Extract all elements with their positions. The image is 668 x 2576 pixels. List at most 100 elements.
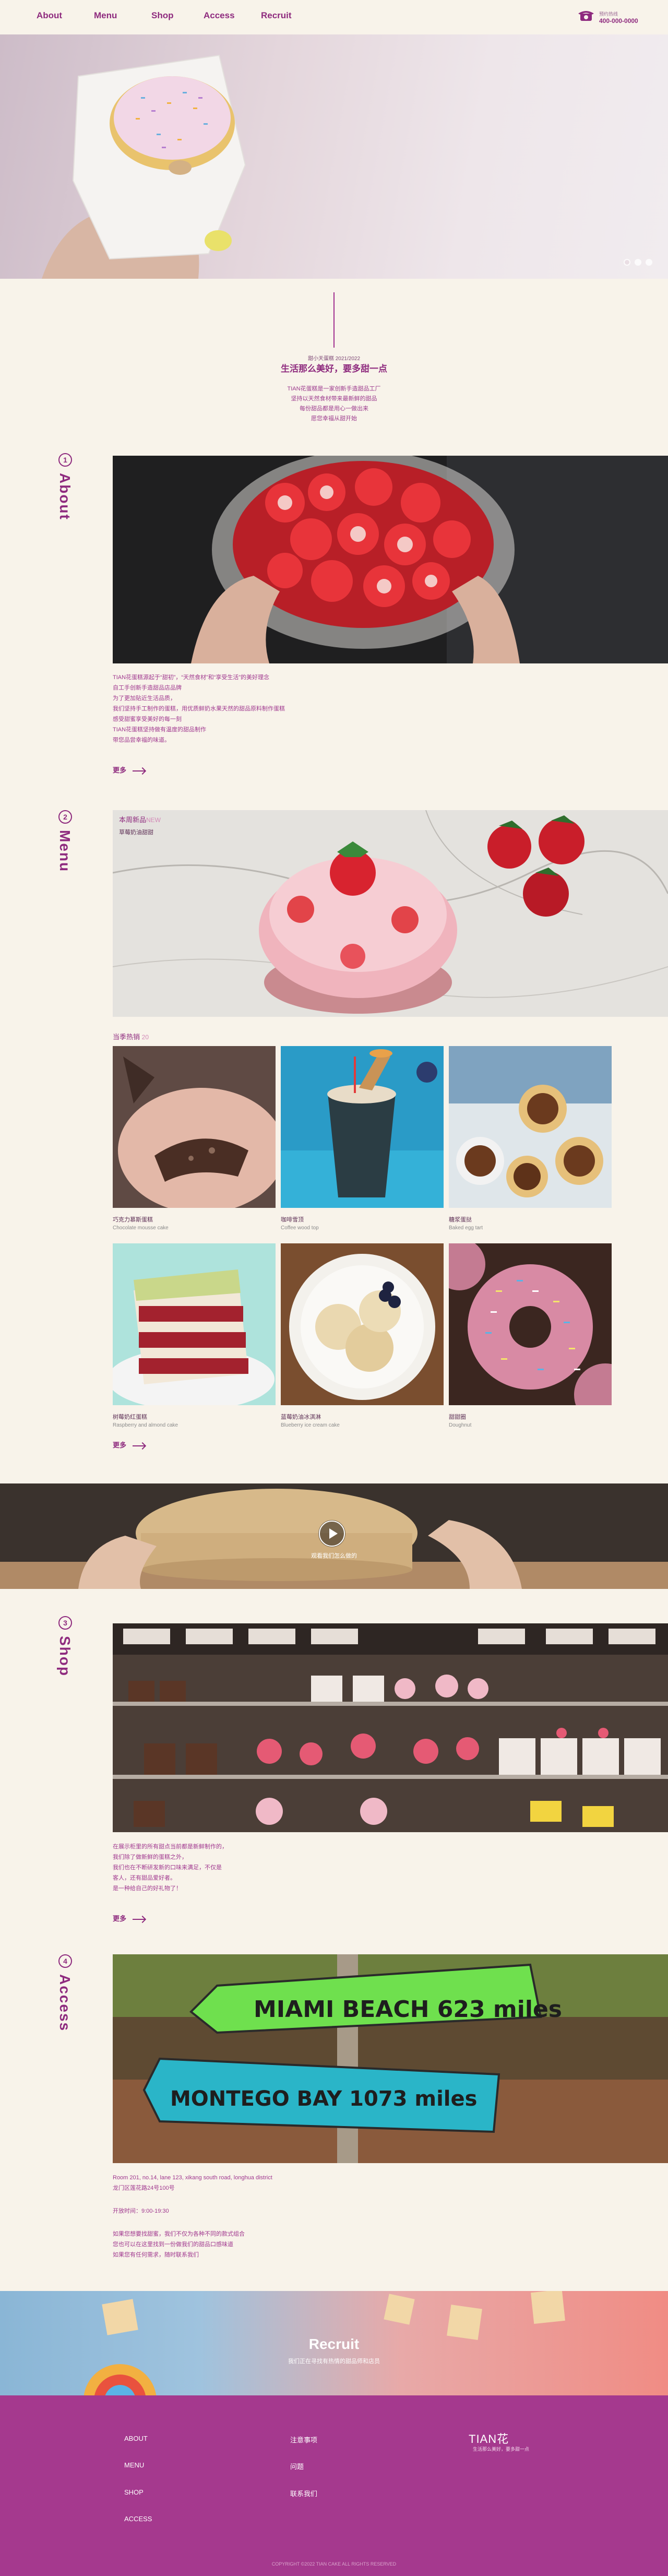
hero-donut-image: [42, 54, 246, 279]
intro-line: 愿您幸福从甜开始: [311, 416, 357, 422]
about-more-link[interactable]: 更多: [113, 765, 146, 775]
about-line: 我们坚持手工制作的蛋糕，用优质鲜奶水果天然的甜品原料制作蛋糕: [113, 706, 285, 712]
intro-line: 坚持以天然食材带来最新鲜的甜品: [291, 396, 377, 402]
menu-feature-image: [113, 810, 668, 1017]
menu-feature-label: 本周新品NEW: [119, 814, 161, 824]
shop-more-link[interactable]: 更多: [113, 1913, 146, 1923]
svg-text:MIAMI BEACH 623 miles: MIAMI BEACH 623 miles: [254, 1996, 562, 2023]
footer-logo[interactable]: TIAN花: [469, 2430, 509, 2447]
product-card[interactable]: 糖浆蛋挞 Baked egg tart: [449, 1046, 612, 1231]
intro-subtitle: 甜小天蛋糕 2021/2022: [307, 356, 361, 362]
hero-dot-1[interactable]: [624, 259, 630, 266]
seasonal-label-text: 当季热销: [113, 1033, 140, 1041]
about-title: About: [57, 473, 73, 520]
about-line: TIAN花蛋糕坚持做有温度的甜品制作: [113, 727, 207, 733]
video-label: 观看我们怎么做的: [311, 1553, 357, 1559]
shop-title: Shop: [57, 1636, 73, 1677]
shop-line: 是一种给自己的好礼物了！: [113, 1885, 182, 1892]
intro-divider: [333, 292, 335, 348]
access-hours: 开放时间：9:00-19:30: [113, 2208, 169, 2214]
product-name-cn: 树莓奶红蛋糕: [113, 1414, 147, 1420]
play-icon: [319, 1521, 345, 1547]
shop-more-label: 更多: [113, 1915, 127, 1922]
intro-line: 每份甜品都是用心一做出来: [300, 406, 368, 412]
product-image: [281, 1046, 444, 1208]
access-number: 4: [58, 1954, 72, 1968]
menu-seasonal-label: 当季热销 20: [113, 1031, 149, 1041]
shop-line: 我们也在不断研发新的口味来满足，不仅是: [113, 1865, 222, 1871]
product-image: [281, 1243, 444, 1405]
product-name-en: Baked egg tart: [449, 1225, 483, 1231]
product-name-cn: 甜甜圈: [449, 1414, 466, 1420]
play-button[interactable]: [318, 1520, 345, 1547]
menu-feature-name: 草莓奶油甜甜: [119, 829, 153, 836]
video-banner[interactable]: 观看我们怎么做的: [0, 1483, 668, 1589]
hero-pagination: [624, 259, 652, 266]
footer-link-about[interactable]: ABOUT: [124, 2435, 148, 2442]
product-card[interactable]: 巧克力慕斯蛋糕 Chocolate mousse cake: [113, 1046, 276, 1231]
arrow-right-icon: [133, 770, 146, 771]
hero-dot-3[interactable]: [646, 259, 652, 266]
nav-link-menu[interactable]: Menu: [94, 10, 117, 21]
about-line: 自工手创新手造甜品店品牌: [113, 685, 182, 691]
feature-label-text: 本周新品: [119, 816, 147, 824]
product-name-en: Coffee wood top: [281, 1225, 319, 1231]
phone-icon: [578, 11, 594, 21]
hero-banner: [0, 34, 668, 279]
product-name-en: Chocolate mousse cake: [113, 1225, 169, 1231]
seasonal-label-count: 20: [141, 1034, 149, 1041]
product-card[interactable]: 甜甜圈 Doughnut: [449, 1243, 612, 1428]
recruit-subtitle: 我们正在寻找有热情的甜品师和店员: [288, 2358, 380, 2365]
copyright: COPYRIGHT ©2022 TIAN CAKE ALL RIGHTS RES…: [271, 2561, 397, 2567]
shop-line: 我们除了做新鲜的蛋糕之外，: [113, 1854, 187, 1860]
shop-line: 在展示柜里的所有甜点当前都是新鲜制作的，: [113, 1844, 228, 1850]
nav-link-shop[interactable]: Shop: [151, 10, 174, 21]
product-card[interactable]: 树莓奶红蛋糕 Raspberry and almond cake: [113, 1243, 276, 1428]
svg-text:MONTEGO BAY 1073 miles: MONTEGO BAY 1073 miles: [170, 2087, 477, 2111]
recruit-banner[interactable]: Recruit 我们正在寻找有热情的甜品师和店员: [0, 2291, 668, 2395]
footer-link-notice[interactable]: 注意事项: [290, 2435, 317, 2444]
tel-number[interactable]: 400-000-0000: [599, 17, 638, 25]
product-image: [449, 1243, 612, 1405]
product-card[interactable]: 蓝莓奶油冰淇淋 Blueberry ice cream cake: [281, 1243, 444, 1428]
arrow-right-icon: [133, 1445, 146, 1446]
footer-link-shop[interactable]: SHOP: [124, 2488, 144, 2496]
product-card[interactable]: 咖啡雪顶 Coffee wood top: [281, 1046, 444, 1231]
feature-label-en: NEW: [146, 816, 161, 824]
shop-text: 在展示柜里的所有甜点当前都是新鲜制作的， 我们除了做新鲜的蛋糕之外， 我们也在不…: [113, 1842, 228, 1894]
footer-link-access[interactable]: ACCESS: [124, 2515, 152, 2523]
about-line: TIAN花蛋糕源起于“甜初”，“天然食材”和“享受生活”的美好理念: [113, 674, 270, 681]
about-line: 带您品尝幸福的味道。: [113, 737, 170, 743]
product-image: [113, 1046, 276, 1208]
intro-title: 生活那么美好，要多甜一点: [281, 364, 387, 374]
tel-label: 预约热线: [599, 11, 618, 17]
about-number: 1: [58, 453, 72, 467]
address-line: Room 201, no.14, lane 123, xikang south …: [113, 2175, 272, 2181]
access-address: Room 201, no.14, lane 123, xikang south …: [113, 2173, 272, 2193]
about-more-label: 更多: [113, 766, 127, 774]
product-name-en: Blueberry ice cream cake: [281, 1422, 340, 1428]
nav-link-about[interactable]: About: [37, 10, 62, 21]
product-image: [449, 1046, 612, 1208]
address-line: 龙门区莲花路24号100号: [113, 2185, 175, 2191]
recruit-title: Recruit: [308, 2336, 360, 2352]
footer-logo-tagline: 生活那么美好，要多甜一点: [473, 2447, 530, 2452]
footer-link-menu[interactable]: MENU: [124, 2461, 144, 2469]
footer-link-faq[interactable]: 问题: [290, 2461, 304, 2471]
menu-number: 2: [58, 810, 72, 824]
footer-link-contact[interactable]: 联系我们: [290, 2488, 317, 2498]
shop-line: 客人，还有甜品爱好者。: [113, 1875, 176, 1881]
product-name-en: Raspberry and almond cake: [113, 1422, 178, 1428]
menu-title: Menu: [57, 830, 73, 873]
product-name-cn: 蓝莓奶油冰淇淋: [281, 1414, 321, 1420]
shop-display-image: [113, 1623, 668, 1832]
product-name-cn: 咖啡雪顶: [281, 1217, 304, 1223]
nav-link-access[interactable]: Access: [204, 10, 235, 21]
footer: ABOUT MENU SHOP ACCESS 注意事项 问题 联系我们 TIAN…: [0, 2395, 668, 2576]
intro-line: TIAN花蛋糕是一家创新手造甜品工厂: [287, 386, 381, 392]
access-sign-image: MIAMI BEACH 623 miles MONTEGO BAY 1073 m…: [113, 1954, 668, 2163]
arrow-right-icon: [133, 1918, 146, 1920]
hero-dot-2[interactable]: [635, 259, 641, 266]
nav-link-recruit[interactable]: Recruit: [261, 10, 292, 21]
menu-more-link[interactable]: 更多: [113, 1440, 146, 1450]
